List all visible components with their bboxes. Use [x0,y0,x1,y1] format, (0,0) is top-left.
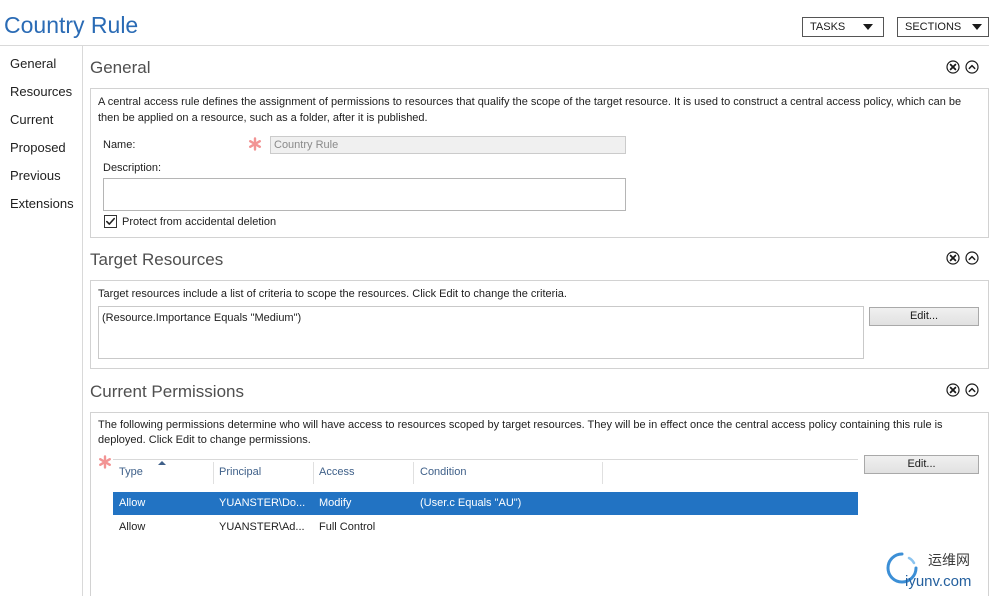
cell-principal: YUANSTER\Do... [219,497,306,509]
table-row[interactable]: Allow YUANSTER\Ad... Full Control [113,516,858,539]
table-header: Type Principal Access Condition [113,459,858,485]
section-title-target-resources: Target Resources [90,250,224,269]
cell-type: Allow [119,497,146,509]
column-header-type[interactable]: Type [119,460,143,485]
column-header-access[interactable]: Access [319,460,354,485]
watermark: 运维网 iyunv.com [884,546,988,594]
tasks-menu-button[interactable]: TASKS [802,17,884,37]
nav-item-extensions[interactable]: Extensions [10,190,74,218]
column-divider[interactable] [413,462,414,484]
edit-target-resources-button[interactable]: Edit... [869,307,979,326]
section-nav: General Resources Current Proposed Previ… [0,46,83,596]
current-permissions-section: The following permissions determine who … [90,412,989,596]
checkmark-icon [106,217,115,225]
current-permissions-collapse-icon[interactable] [965,383,979,397]
sections-menu-button[interactable]: SECTIONS [897,17,989,37]
watermark-brand-name: 运维网 [928,552,970,568]
protect-checkbox[interactable] [104,215,117,228]
description-label: Description: [103,162,162,174]
required-asterisk-icon [248,137,262,151]
nav-item-resources[interactable]: Resources [10,78,74,106]
description-field[interactable] [103,178,626,211]
nav-item-proposed[interactable]: Proposed [10,134,74,162]
general-collapse-icon[interactable] [965,60,979,74]
criteria-item[interactable]: (Resource.Importance Equals "Medium") [102,310,301,326]
caret-down-icon [972,24,982,30]
name-label: Name: [103,139,136,151]
current-permissions-close-icon[interactable] [946,383,960,397]
column-divider[interactable] [213,462,214,484]
column-divider[interactable] [313,462,314,484]
cell-principal: YUANSTER\Ad... [219,521,305,533]
nav-item-previous[interactable]: Previous [10,162,74,190]
section-title-current-permissions: Current Permissions [90,382,244,401]
criteria-list[interactable]: (Resource.Importance Equals "Medium") [98,306,864,359]
page-title: Country Rule [4,12,139,38]
nav-item-current[interactable]: Current [10,106,74,134]
caret-down-icon [863,24,873,30]
edit-permissions-button[interactable]: Edit... [864,455,979,474]
general-description: A central access rule defines the assign… [98,96,962,124]
sections-label: SECTIONS [905,21,962,33]
nav-item-general[interactable]: General [10,50,74,78]
cell-condition: (User.c Equals "AU") [420,497,522,509]
sort-ascending-icon [158,461,166,465]
tasks-label: TASKS [810,21,846,33]
section-title-general: General [90,58,151,77]
target-resources-description: Target resources include a list of crite… [98,288,567,300]
column-header-principal[interactable]: Principal [219,460,261,485]
general-section: A central access rule defines the assign… [90,88,989,238]
cell-type: Allow [119,521,146,533]
general-close-icon[interactable] [946,60,960,74]
column-header-condition[interactable]: Condition [420,460,466,485]
permissions-table: Type Principal Access Condition Allow YU… [113,459,858,596]
current-permissions-description: The following permissions determine who … [98,419,943,446]
cell-access: Full Control [319,521,376,533]
column-divider[interactable] [602,462,603,484]
required-asterisk-icon [98,455,112,469]
name-field[interactable] [270,136,626,154]
cell-access: Modify [319,497,352,509]
target-resources-collapse-icon[interactable] [965,251,979,265]
target-resources-section: Target resources include a list of crite… [90,280,989,369]
table-row[interactable]: Allow YUANSTER\Do... Modify (User.c Equa… [113,492,858,515]
header-bar: Country Rule TASKS SECTIONS [0,0,989,46]
protect-label[interactable]: Protect from accidental deletion [122,214,276,230]
watermark-brand-url: iyunv.com [905,573,972,590]
target-resources-close-icon[interactable] [946,251,960,265]
section-nav-list: General Resources Current Proposed Previ… [10,50,74,218]
